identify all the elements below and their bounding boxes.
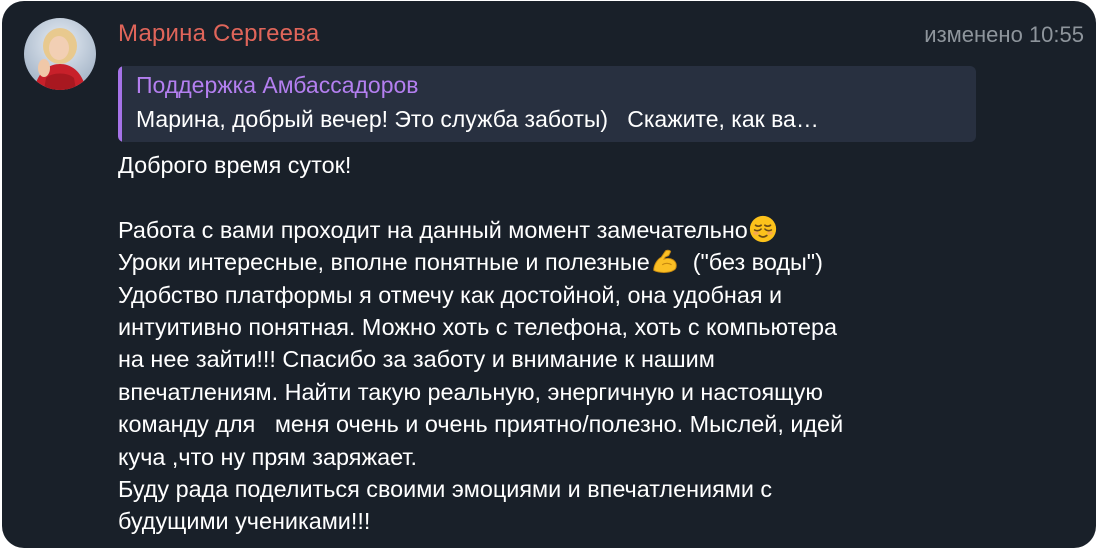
text-line: на нее зайти!!! Спасибо за заботу и вним… — [118, 346, 715, 373]
reply-accent-bar — [118, 66, 122, 142]
message-text: Доброго время суток! Работа с вами прохо… — [118, 149, 1068, 538]
edited-label: изменено — [924, 22, 1023, 47]
text-line: интуитивно понятная. Можно хоть с телефо… — [118, 313, 837, 340]
text-line: Уроки интересные, вполне понятные и поле… — [118, 246, 1068, 278]
text-line: впечатлениям. Найти такую реальную, энер… — [118, 378, 823, 405]
text-line: Буду рада поделиться своими эмоциями и в… — [118, 475, 773, 502]
text-line-content: Уроки интересные, вполне понятные и поле… — [118, 249, 650, 276]
text-line: Удобство платформы я отмечу как достойно… — [118, 281, 783, 308]
reply-author: Поддержка Амбассадоров — [136, 72, 419, 98]
text-line: будущими учениками!!! — [118, 508, 371, 535]
reply-quote[interactable]: Поддержка Амбассадоров Марина, добрый ве… — [118, 66, 976, 142]
text-line-content — [680, 249, 693, 275]
message-time: 10:55 — [1028, 22, 1084, 47]
text-line-content: Работа с вами проходит на данный момент … — [118, 216, 748, 243]
text-line: Работа с вами проходит на данный момент … — [118, 214, 1068, 246]
text-line: куча ,что ну прям заряжает. — [118, 443, 417, 470]
text-line-empty — [118, 181, 1068, 213]
text-line: команду для меня очень и очень приятно/п… — [118, 411, 844, 438]
message-meta: изменено 10:55 — [924, 22, 1084, 48]
message-bubble: Марина Сергеева изменено 10:55 Поддержка… — [2, 1, 1096, 548]
sender-name[interactable]: Марина Сергеева — [118, 20, 319, 48]
text-line-content: ("без воды") — [692, 249, 823, 276]
avatar[interactable] — [24, 18, 96, 90]
relieved-face-emoji-icon — [749, 215, 776, 242]
flexed-biceps-emoji-icon — [652, 249, 677, 274]
text-line: Доброго время суток! — [118, 152, 352, 178]
user-avatar-icon — [24, 18, 96, 90]
reply-preview: Марина, добрый вечер! Это служба заботы)… — [136, 106, 819, 132]
